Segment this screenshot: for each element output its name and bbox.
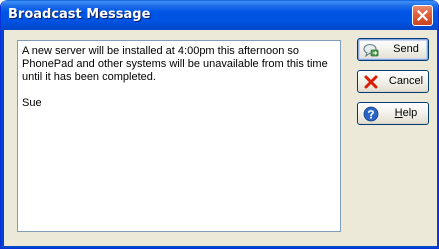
send-button[interactable]: Send — [357, 38, 429, 61]
window-frame-left — [1, 30, 4, 248]
title-bar[interactable]: Broadcast Message — [1, 0, 438, 30]
close-button[interactable] — [412, 5, 433, 26]
window-title: Broadcast Message — [8, 7, 151, 22]
help-mnemonic: H — [394, 107, 403, 119]
send-message-icon — [363, 44, 379, 58]
blue-question-icon — [363, 106, 379, 122]
help-button[interactable]: Help — [357, 102, 429, 125]
red-x-icon — [364, 75, 378, 89]
broadcast-message-dialog: Broadcast Message A new server will be i… — [0, 0, 439, 249]
close-icon — [417, 10, 428, 21]
send-button-label: Send — [393, 43, 419, 55]
help-label-rest: elp — [402, 107, 418, 119]
help-button-label: Help — [386, 107, 426, 119]
message-textarea[interactable]: A new server will be installed at 4:00pm… — [17, 40, 341, 232]
cancel-button[interactable]: Cancel — [357, 70, 429, 93]
cancel-button-label: Cancel — [388, 75, 424, 87]
